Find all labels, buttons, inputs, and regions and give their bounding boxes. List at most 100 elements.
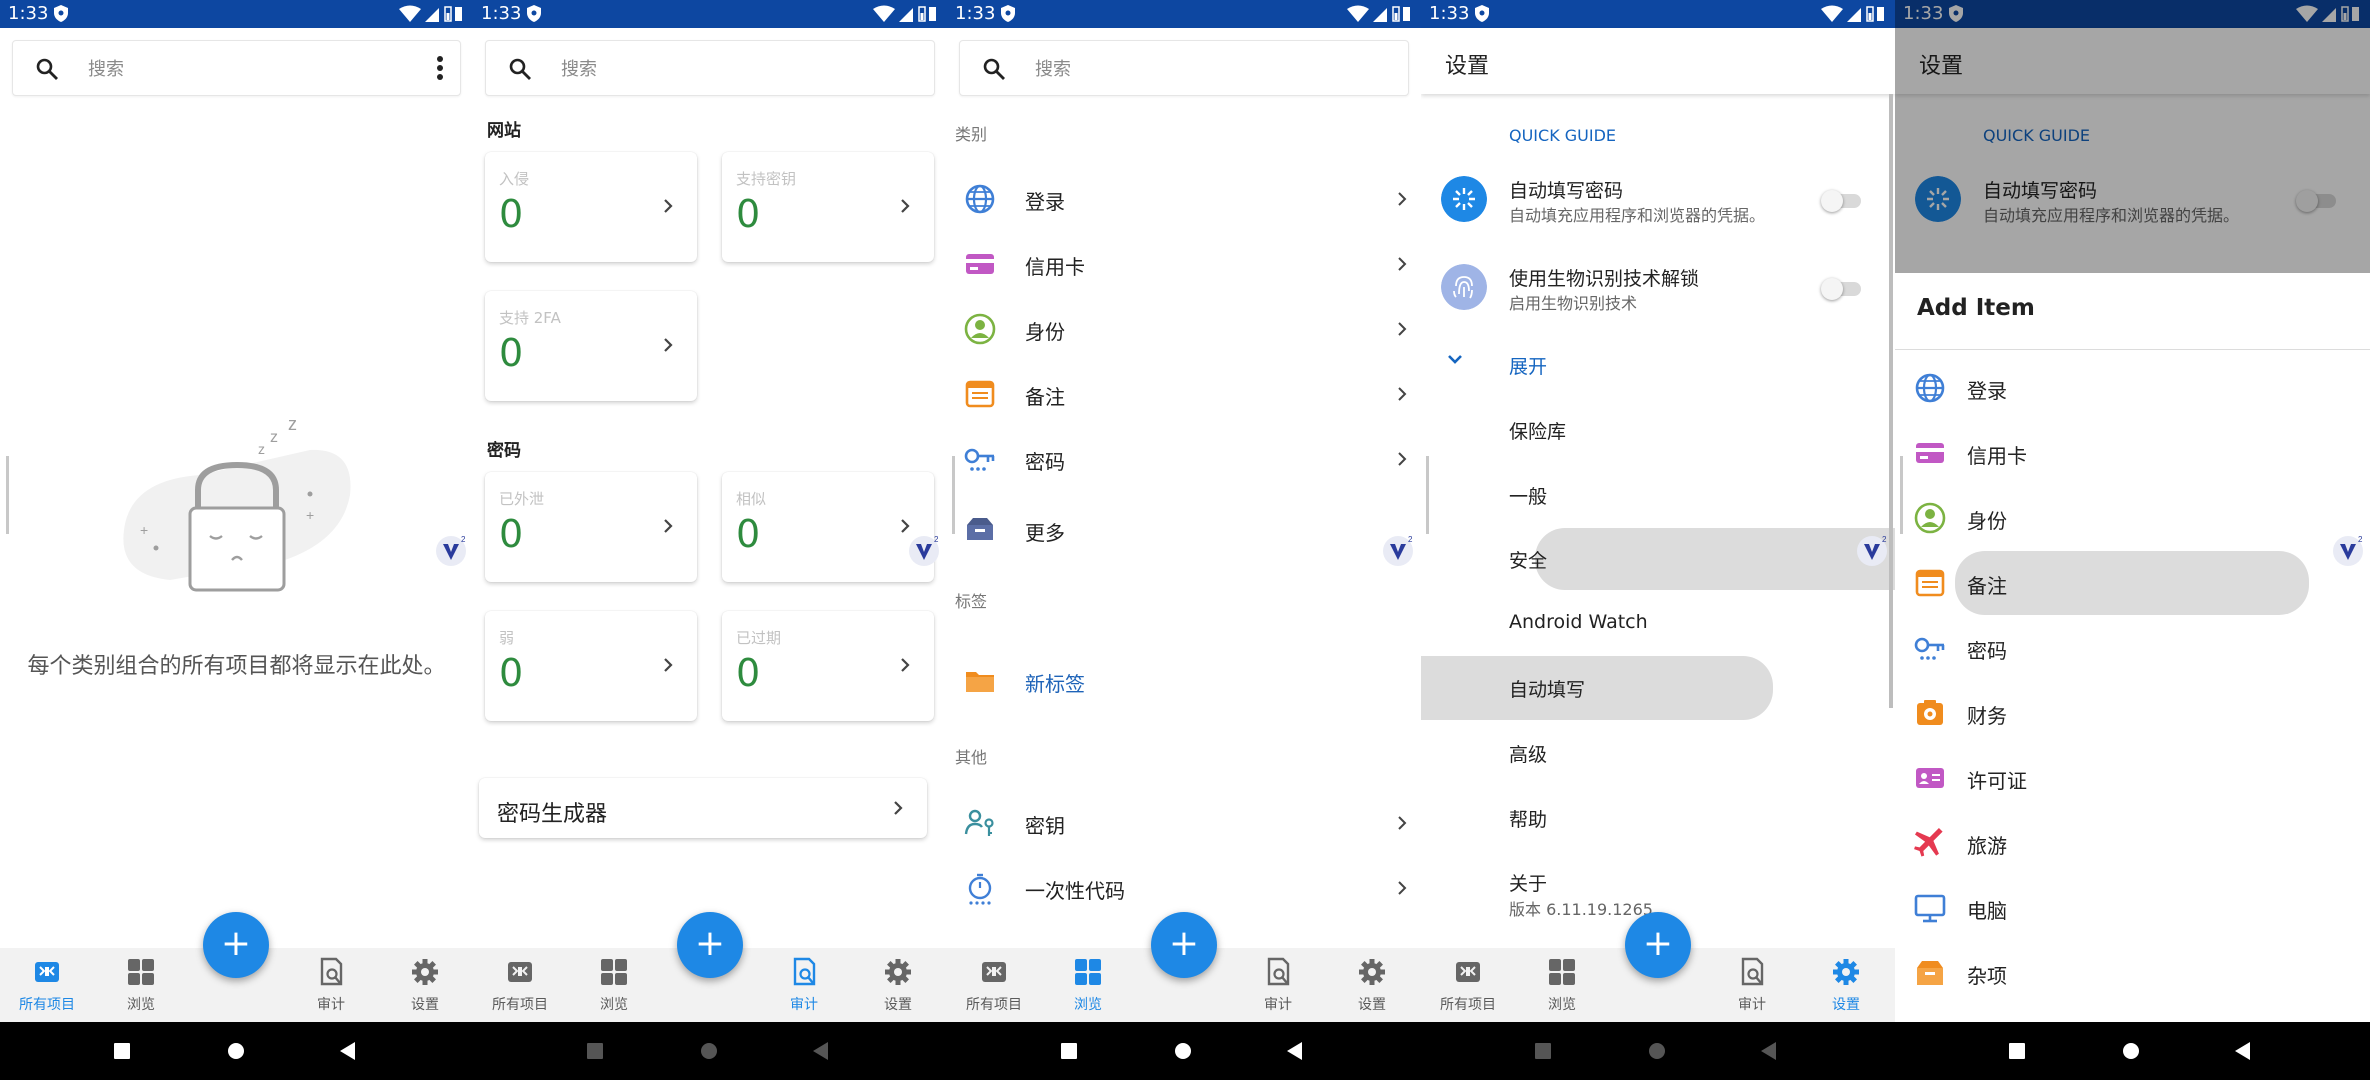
search-bar[interactable]: 搜索	[12, 40, 461, 96]
license-icon	[1916, 768, 1944, 788]
menu-autofill[interactable]: 自动填写	[1509, 675, 1585, 702]
back-button[interactable]	[1285, 1041, 1305, 1061]
back-button[interactable]	[1759, 1041, 1779, 1061]
category-login[interactable]: 登录	[947, 174, 1421, 224]
back-button[interactable]	[338, 1041, 358, 1061]
category-credit-card[interactable]: 信用卡	[947, 239, 1421, 289]
nav-browse[interactable]: 浏览	[96, 956, 186, 1014]
add-license[interactable]: 许可证	[1895, 753, 2370, 803]
gear-icon	[1359, 959, 1385, 985]
new-tag-button[interactable]: 新标签	[947, 656, 1421, 706]
nav-browse[interactable]: 浏览	[1517, 956, 1607, 1014]
card-expired-passwords[interactable]: 已过期 0	[722, 611, 934, 721]
nav-label: 审计	[1264, 997, 1292, 1013]
back-button[interactable]	[811, 1041, 831, 1061]
add-computer[interactable]: 电脑	[1895, 883, 2370, 933]
recents-button[interactable]	[1533, 1041, 1553, 1061]
chevron-right-icon	[894, 801, 903, 815]
recents-button[interactable]	[585, 1041, 605, 1061]
scrollbar[interactable]	[1889, 94, 1893, 708]
home-button[interactable]	[2121, 1041, 2141, 1061]
search-bar[interactable]: 搜索	[959, 40, 1409, 96]
nav-all-items[interactable]: 所有项目	[1423, 956, 1513, 1014]
add-password[interactable]: 密码	[1895, 623, 2370, 673]
drag-handle[interactable]	[1900, 456, 1903, 534]
recents-button[interactable]	[112, 1041, 132, 1061]
nav-all-items[interactable]: 所有项目	[2, 956, 92, 1014]
card-passkey-sites[interactable]: 支持密钥 0	[722, 152, 934, 262]
add-login[interactable]: 登录	[1895, 363, 2370, 413]
card-similar-passwords[interactable]: 相似 0	[722, 472, 934, 582]
menu-about[interactable]: 关于	[1509, 869, 1547, 896]
drag-handle[interactable]	[1426, 456, 1429, 534]
search-bar[interactable]: 搜索	[485, 40, 935, 96]
nav-browse[interactable]: 浏览	[1043, 956, 1133, 1014]
menu-help[interactable]: 帮助	[1509, 805, 1547, 832]
menu-vault[interactable]: 保险库	[1509, 417, 1566, 444]
biometric-toggle[interactable]	[1821, 278, 1861, 300]
nav-settings[interactable]: 设置	[380, 956, 470, 1014]
expand-row[interactable]: 展开	[1421, 344, 1895, 384]
other-one-time-codes[interactable]: 一次性代码	[947, 863, 1421, 913]
floating-app-icon[interactable]: 2	[907, 533, 941, 567]
recents-button[interactable]	[2007, 1041, 2027, 1061]
nav-audit[interactable]: 审计	[286, 956, 376, 1014]
biometric-setting[interactable]: 使用生物识别技术解锁 启用生物识别技术	[1421, 248, 1895, 328]
floating-app-icon[interactable]: 2	[2331, 533, 2365, 567]
add-identity[interactable]: 身份	[1895, 493, 2370, 543]
category-more[interactable]: 更多	[947, 505, 1421, 555]
autofill-toggle[interactable]	[1821, 190, 1861, 212]
category-note[interactable]: 备注	[947, 369, 1421, 419]
triangle-back-icon	[340, 1042, 355, 1060]
other-passkeys[interactable]: 密钥	[947, 798, 1421, 848]
nav-all-items[interactable]: 所有项目	[475, 956, 565, 1014]
card-weak-passwords[interactable]: 弱 0	[485, 611, 697, 721]
nav-settings[interactable]: 设置	[853, 956, 943, 1014]
floating-app-icon[interactable]: 2	[1381, 533, 1415, 567]
card-breached-sites[interactable]: 入侵 0	[485, 152, 697, 262]
add-item-fab[interactable]: +	[677, 912, 743, 978]
add-finance[interactable]: 财务	[1895, 688, 2370, 738]
card-breached-passwords[interactable]: 已外泄 0	[485, 472, 697, 582]
add-credit-card[interactable]: 信用卡	[1895, 428, 2370, 478]
menu-advanced[interactable]: 高级	[1509, 740, 1547, 767]
toggle-thumb	[1821, 190, 1843, 212]
empty-state-message: 每个类别组合的所有项目都将显示在此处。	[27, 654, 446, 679]
menu-security[interactable]: 安全	[1509, 546, 1547, 573]
more-options-icon[interactable]	[436, 55, 444, 81]
add-travel[interactable]: 旅游	[1895, 818, 2370, 868]
nav-browse[interactable]: 浏览	[569, 956, 659, 1014]
category-identity[interactable]: 身份	[947, 304, 1421, 354]
autofill-setting[interactable]: 自动填写密码 自动填充应用程序和浏览器的凭据。	[1421, 160, 1895, 240]
system-nav-bar	[1895, 1022, 2370, 1080]
home-button[interactable]	[226, 1041, 246, 1061]
nav-audit[interactable]: 审计	[1233, 956, 1323, 1014]
category-password[interactable]: 密码	[947, 434, 1421, 484]
floating-app-icon[interactable]: 2	[1855, 533, 1889, 567]
header-tags: 标签	[955, 592, 988, 611]
status-time: 1:33	[481, 3, 522, 24]
status-bar: 1:33	[1421, 0, 1895, 28]
add-item-fab[interactable]: +	[1151, 912, 1217, 978]
home-button[interactable]	[1173, 1041, 1193, 1061]
nav-audit[interactable]: 审计	[759, 956, 849, 1014]
floating-app-icon[interactable]: 2	[434, 533, 468, 567]
nav-audit[interactable]: 审计	[1707, 956, 1797, 1014]
home-button[interactable]	[1647, 1041, 1667, 1061]
password-generator-card[interactable]: 密码生成器	[479, 778, 927, 838]
nav-settings[interactable]: 设置	[1801, 956, 1891, 1014]
square-icon	[1535, 1043, 1551, 1059]
nav-all-items[interactable]: 所有项目	[949, 956, 1039, 1014]
add-note[interactable]: 备注	[1895, 558, 2370, 608]
card-2fa-sites[interactable]: 支持 2FA 0	[485, 291, 697, 401]
add-item-fab[interactable]: +	[203, 912, 269, 978]
add-item-fab[interactable]: +	[1625, 912, 1691, 978]
menu-android-watch[interactable]: Android Watch	[1509, 611, 1648, 633]
add-misc[interactable]: 杂项	[1895, 948, 2370, 998]
menu-general[interactable]: 一般	[1509, 482, 1547, 509]
back-button[interactable]	[2233, 1041, 2253, 1061]
drag-handle[interactable]	[6, 456, 9, 534]
home-button[interactable]	[699, 1041, 719, 1061]
recents-button[interactable]	[1059, 1041, 1079, 1061]
nav-settings[interactable]: 设置	[1327, 956, 1417, 1014]
